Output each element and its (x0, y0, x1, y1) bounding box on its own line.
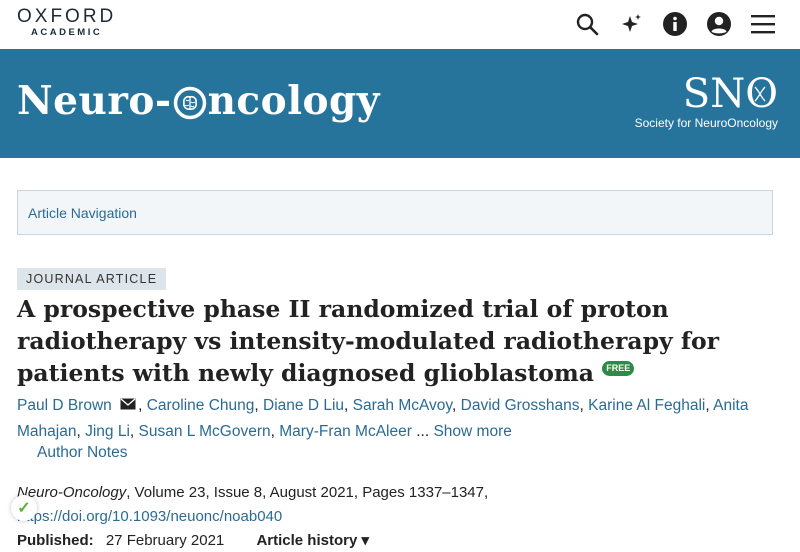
author-notes-link[interactable]: Author Notes (37, 444, 127, 462)
author-link[interactable]: Karine Al Feghali (588, 397, 705, 414)
article-navigation-label: Article Navigation (28, 205, 137, 221)
account-icon[interactable] (704, 9, 734, 39)
author-link[interactable]: David Grosshans (461, 397, 580, 414)
author-link[interactable]: Caroline Chung (147, 397, 255, 414)
author-link[interactable]: Susan L McGovern (139, 423, 271, 440)
checkmark-badge-icon[interactable]: ✓ (11, 495, 37, 521)
sno-logo[interactable]: SN O Society for NeuroOncology (635, 73, 778, 130)
journal-banner: Neuro- ncology SN O Society for NeuroOnc… (0, 49, 800, 158)
published-row: Published: 27 February 2021 Article hist… (17, 531, 369, 549)
journal-title-part2: ncology (207, 78, 380, 124)
brain-icon (173, 84, 207, 120)
sno-society-name: Society for NeuroOncology (634, 116, 778, 130)
ai-sparkle-icon[interactable] (616, 9, 646, 39)
article-history-toggle[interactable]: Article history ▾ (256, 532, 369, 549)
menu-icon[interactable] (748, 9, 778, 39)
article-title: A prospective phase II randomized trial … (17, 293, 787, 389)
article-navigation[interactable]: Article Navigation (17, 190, 773, 235)
free-badge: FREE (602, 361, 635, 376)
logo-sub-text: ACADEMIC (31, 27, 103, 38)
citation-details: , Volume 23, Issue 8, August 2021, Pages… (126, 484, 489, 501)
author-link[interactable]: Diane D Liu (263, 397, 344, 414)
sno-abbr: SN O (635, 73, 778, 115)
author-link[interactable]: Paul D Brown (17, 397, 112, 414)
top-icons (572, 9, 778, 39)
info-icon[interactable] (660, 9, 690, 39)
citation: Neuro-Oncology, Volume 23, Issue 8, Augu… (17, 481, 777, 529)
author-link[interactable]: Sarah McAvoy (353, 397, 452, 414)
published-date: 27 February 2021 (105, 532, 225, 549)
sno-abbr-sn: SN (682, 71, 746, 117)
search-icon[interactable] (572, 9, 602, 39)
show-more-link[interactable]: Show more (433, 423, 511, 440)
article-type-badge: JOURNAL ARTICLE (17, 268, 167, 290)
doi-link[interactable]: https://doi.org/10.1093/neuonc/noab040 (17, 508, 282, 525)
sno-o-emblem: O (745, 73, 778, 115)
author-list: Paul D Brown , Caroline Chung, Diane D L… (17, 393, 777, 445)
oxford-academic-logo[interactable]: OXFORD ACADEMIC (17, 6, 117, 39)
published-label: Published: (17, 532, 94, 549)
journal-title[interactable]: Neuro- ncology (17, 78, 380, 124)
journal-title-part1: Neuro- (17, 78, 172, 124)
top-bar: OXFORD ACADEMIC (0, 0, 800, 49)
author-link[interactable]: Jing Li (85, 423, 130, 440)
email-icon[interactable] (120, 393, 136, 419)
author-ellipsis: ... (416, 423, 430, 441)
logo-main-text: OXFORD (17, 6, 117, 27)
author-link[interactable]: Mary-Fran McAleer (279, 423, 412, 440)
